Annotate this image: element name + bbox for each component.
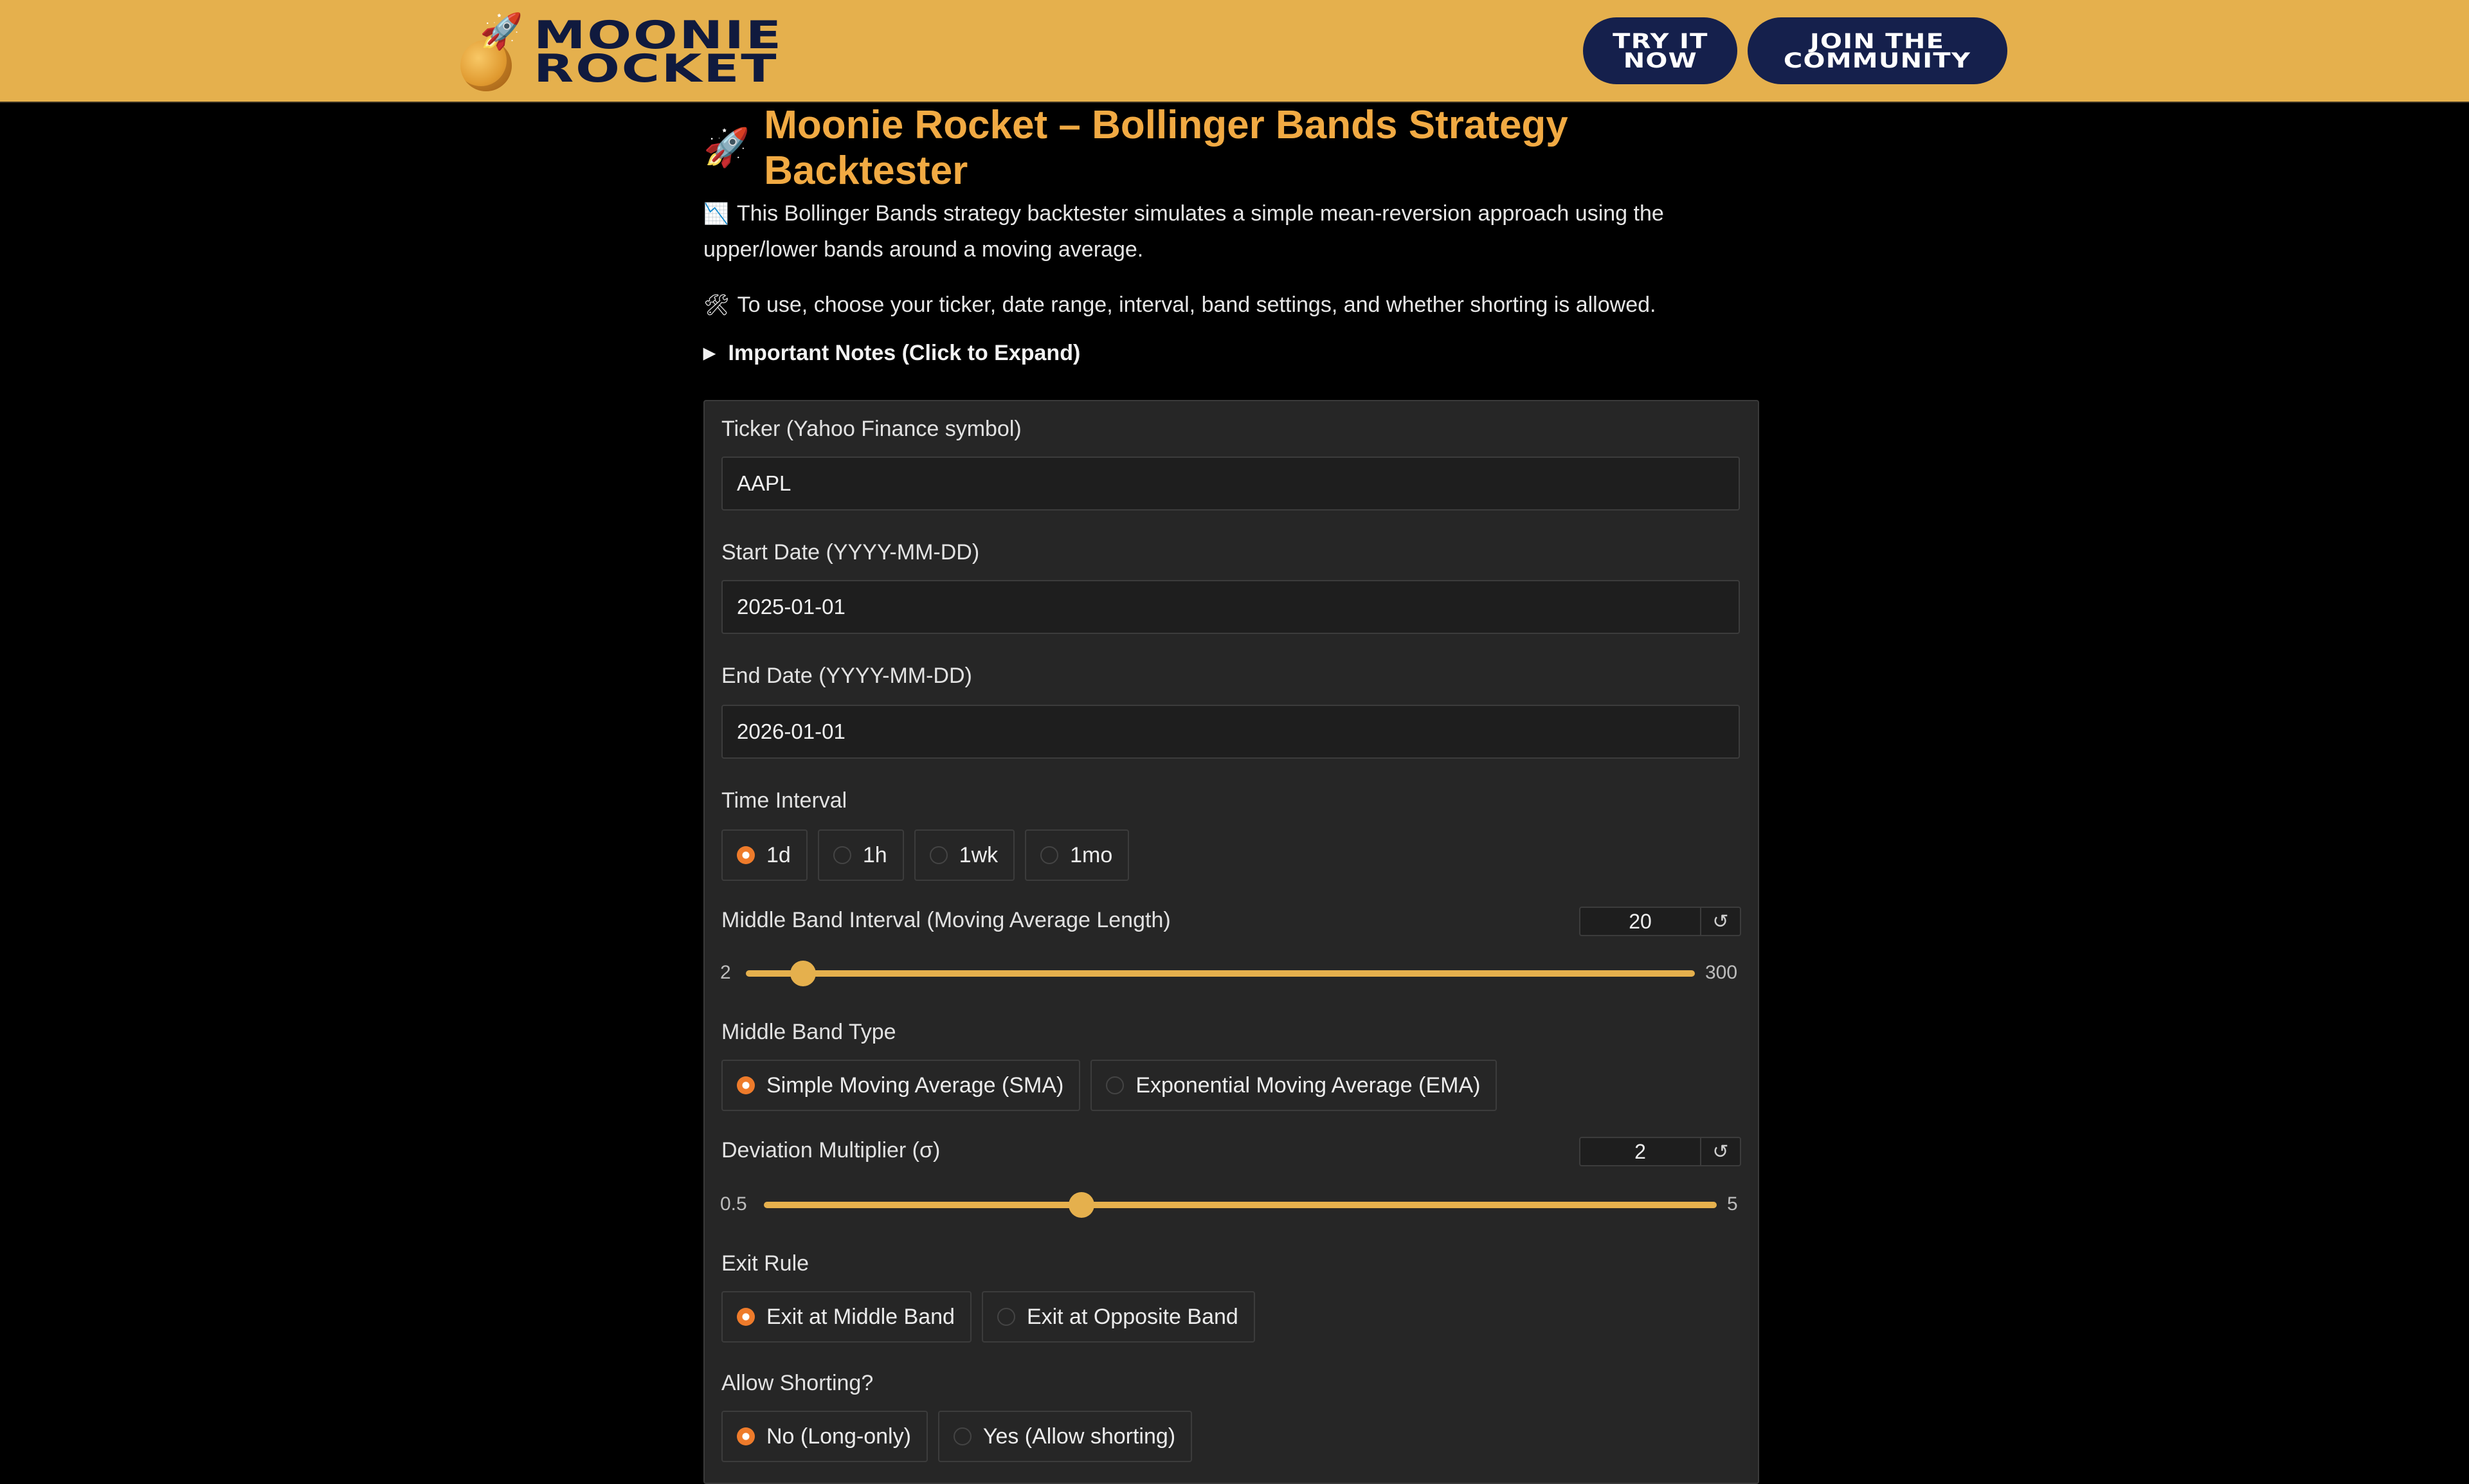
slider-thumb[interactable] [790, 961, 817, 986]
band-type-option-label: Exponential Moving Average (EMA) [1135, 1072, 1481, 1098]
deviation-max-label: 5 [1727, 1193, 1738, 1215]
logo-wordmark: MOONIE ROCKET [534, 16, 783, 91]
radio-dot [929, 846, 948, 864]
time-interval-label: Time Interval [721, 788, 847, 813]
ma-length-slider[interactable] [746, 961, 1695, 986]
ma-min-label: 2 [720, 962, 731, 983]
band-type-label: Middle Band Type [721, 1020, 896, 1044]
page-title-text: Moonie Rocket – Bollinger Bands Strategy… [764, 103, 1568, 193]
shorting-label: Allow Shorting? [721, 1371, 874, 1395]
settings-panel: Ticker (Yahoo Finance symbol) AAPL Start… [703, 400, 1759, 1484]
radio-dot [833, 846, 851, 864]
expand-triangle-icon: ▶ [703, 345, 716, 362]
shorting-option-label: Yes (Allow shorting) [982, 1424, 1176, 1449]
radio-dot [737, 1427, 755, 1445]
radio-dot [953, 1427, 972, 1445]
band-type-option-sma[interactable]: Simple Moving Average (SMA) [721, 1060, 1081, 1111]
start-date-input[interactable]: 2025-01-01 [721, 580, 1740, 634]
radio-dot [737, 1308, 755, 1326]
page-title: 🚀 Moonie Rocket – Bollinger Bands Strate… [703, 103, 1758, 193]
start-date-value: 2025-01-01 [737, 595, 846, 619]
deviation-number-input[interactable]: 2 ↺ [1579, 1137, 1741, 1166]
radio-dot [1040, 846, 1059, 864]
interval-option-1d[interactable]: 1d [721, 829, 808, 881]
band-type-radio-group: Simple Moving Average (SMA) Exponential … [721, 1060, 1497, 1111]
deviation-slider[interactable] [764, 1192, 1717, 1218]
moon-rocket-icon: 🚀 [458, 14, 523, 91]
exit-rule-radio-group: Exit at Middle Band Exit at Opposite Ban… [721, 1291, 1255, 1343]
slider-track [746, 970, 1695, 977]
interval-option-label: 1wk [959, 842, 999, 867]
band-type-option-ema[interactable]: Exponential Moving Average (EMA) [1090, 1060, 1497, 1111]
chart-down-icon: 📉 [703, 202, 729, 225]
important-notes-label: Important Notes (Click to Expand) [728, 341, 1081, 365]
end-date-input[interactable]: 2026-01-01 [721, 705, 1740, 759]
interval-option-1wk[interactable]: 1wk [914, 829, 1015, 881]
ticker-input[interactable]: AAPL [721, 457, 1740, 511]
band-type-option-label: Simple Moving Average (SMA) [766, 1072, 1064, 1098]
intro-line-1: This Bollinger Bands strategy backtester… [736, 201, 1664, 226]
end-date-label: End Date (YYYY-MM-DD) [721, 664, 972, 688]
slider-track [764, 1202, 1717, 1208]
deviation-value[interactable]: 2 [1580, 1138, 1701, 1165]
start-date-label: Start Date (YYYY-MM-DD) [721, 540, 980, 565]
try-it-now-button[interactable]: TRY IT NOW [1583, 17, 1737, 84]
ma-length-label: Middle Band Interval (Moving Average Len… [721, 908, 1171, 932]
interval-option-label: 1mo [1070, 842, 1113, 867]
moonie-rocket-logo[interactable]: 🚀 MOONIE ROCKET [458, 14, 781, 91]
exit-option-middle[interactable]: Exit at Middle Band [721, 1291, 972, 1343]
try-it-now-label: TRY IT NOW [1612, 29, 1708, 73]
ticker-label: Ticker (Yahoo Finance symbol) [721, 417, 1022, 441]
exit-option-label: Exit at Middle Band [766, 1304, 955, 1329]
interval-option-label: 1h [862, 842, 887, 867]
shorting-option-no[interactable]: No (Long-only) [721, 1411, 928, 1462]
ma-length-number-input[interactable]: 20 ↺ [1579, 907, 1741, 936]
join-community-label: JOIN THE COMMUNITY [1784, 29, 1971, 73]
top-header: 🚀 MOONIE ROCKET TRY IT NOW JOIN THE COMM… [0, 0, 2469, 103]
ticker-value: AAPL [737, 471, 791, 495]
logo-line-2: ROCKET [534, 46, 779, 91]
deviation-min-label: 0.5 [720, 1193, 747, 1215]
exit-option-label: Exit at Opposite Band [1026, 1304, 1238, 1329]
reset-icon[interactable]: ↺ [1701, 908, 1740, 935]
main-content: 🚀 Moonie Rocket – Bollinger Bands Strate… [703, 103, 1758, 366]
exit-rule-label: Exit Rule [721, 1251, 809, 1276]
shorting-radio-group: No (Long-only) Yes (Allow shorting) [721, 1411, 1193, 1462]
interval-option-1h[interactable]: 1h [817, 829, 904, 881]
time-interval-radio-group: 1d 1h 1wk 1mo [721, 829, 1130, 881]
exit-option-opposite[interactable]: Exit at Opposite Band [981, 1291, 1255, 1343]
intro-line-2: upper/lower bands around a moving averag… [703, 237, 1144, 262]
usage-text: To use, choose your ticker, date range, … [737, 293, 1656, 317]
end-date-value: 2026-01-01 [737, 719, 846, 743]
usage-paragraph: 🛠 To use, choose your ticker, date range,… [703, 287, 1758, 323]
deviation-label: Deviation Multiplier (σ) [721, 1138, 941, 1163]
ma-max-label: 300 [1705, 962, 1738, 983]
rocket-icon: 🚀 [703, 127, 750, 168]
shorting-option-label: No (Long-only) [766, 1424, 911, 1449]
radio-dot [997, 1308, 1015, 1326]
shorting-option-yes[interactable]: Yes (Allow shorting) [937, 1411, 1193, 1462]
radio-dot [737, 1076, 755, 1094]
radio-dot [737, 846, 755, 864]
radio-dot [1106, 1076, 1125, 1094]
slider-thumb[interactable] [1068, 1192, 1094, 1218]
ma-length-value[interactable]: 20 [1580, 908, 1701, 935]
reset-icon[interactable]: ↺ [1701, 1138, 1740, 1165]
interval-option-1mo[interactable]: 1mo [1025, 829, 1130, 881]
intro-paragraph: 📉 This Bollinger Bands strategy backteste… [703, 195, 1758, 267]
important-notes-toggle[interactable]: ▶ Important Notes (Click to Expand) [703, 341, 1758, 366]
tools-icon: 🛠 [703, 293, 730, 316]
logo-rocket-icon: 🚀 [480, 12, 523, 51]
interval-option-label: 1d [766, 842, 791, 867]
join-community-button[interactable]: JOIN THE COMMUNITY [1748, 17, 2007, 84]
